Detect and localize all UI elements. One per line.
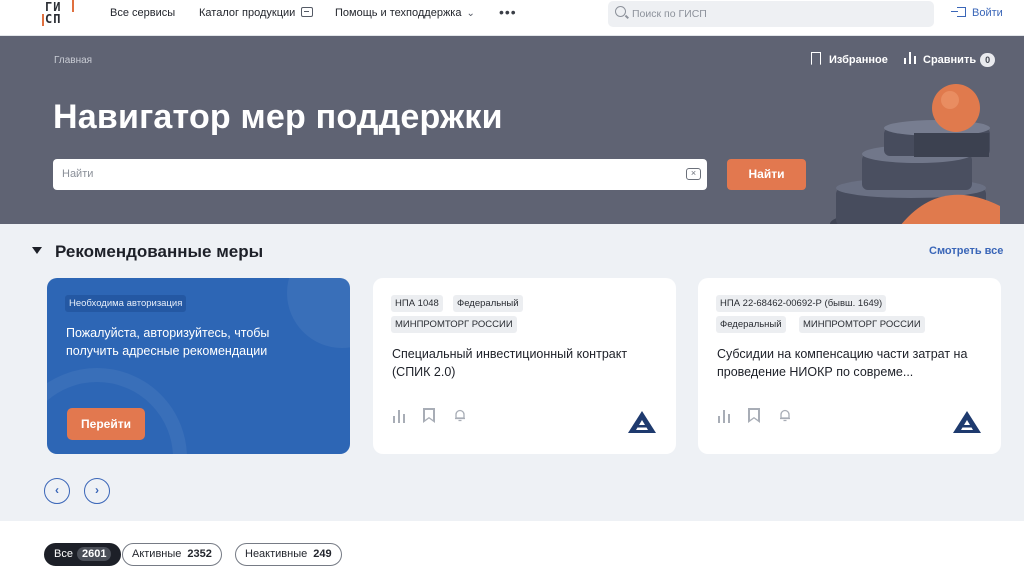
level-tag: Федеральный: [716, 316, 786, 333]
global-search-input[interactable]: Поиск по ГИСП: [608, 1, 934, 27]
level-tag: Федеральный: [453, 295, 523, 312]
nav-all-services[interactable]: Все сервисы: [110, 7, 175, 19]
nav-product-catalog[interactable]: Каталог продукции: [199, 7, 314, 19]
compare-link[interactable]: Сравнить 0: [903, 52, 996, 67]
go-button[interactable]: Перейти: [67, 408, 145, 440]
status-filter-bar: Все 2601 Активные 2352 Неактивные 249: [0, 521, 1024, 574]
top-navigation: ГИ СП Все сервисы Каталог продукции Помо…: [0, 0, 1024, 36]
stats-icon[interactable]: [717, 410, 731, 423]
auth-message: Пожалуйста, авторизуйтесь, чтобы получит…: [66, 326, 270, 358]
auth-card: Необходима авторизация Пожалуйста, автор…: [47, 278, 350, 454]
login-link[interactable]: Войти: [951, 7, 1003, 19]
ministry-tag: МИНПРОМТОРГ РОССИИ: [799, 316, 925, 333]
chevron-down-icon: ⌄: [466, 8, 475, 19]
login-icon: [951, 7, 966, 17]
ministry-tag: МИНПРОМТОРГ РОССИИ: [391, 316, 517, 333]
search-icon: [615, 6, 626, 17]
breadcrumb[interactable]: Главная: [54, 55, 92, 66]
bell-icon[interactable]: [453, 408, 467, 422]
measure-title[interactable]: Субсидии на компенсацию части затрат на …: [717, 345, 987, 381]
stats-icon[interactable]: [392, 410, 406, 423]
page-title: Навигатор мер поддержки: [53, 98, 503, 136]
filter-inactive[interactable]: Неактивные 249: [235, 543, 342, 566]
bookmark-icon[interactable]: [423, 408, 435, 423]
favorites-link[interactable]: Избранное: [811, 52, 888, 66]
filter-all[interactable]: Все 2601: [44, 543, 122, 566]
filter-active[interactable]: Активные 2352: [122, 543, 222, 566]
see-all-link[interactable]: Смотреть все: [929, 245, 1003, 257]
bookmark-icon: [811, 52, 821, 65]
bookmark-icon[interactable]: [748, 408, 760, 423]
collapse-triangle-icon: [32, 247, 42, 254]
carousel-prev-button[interactable]: ‹: [44, 478, 70, 504]
bell-icon[interactable]: [778, 408, 792, 422]
search-button[interactable]: Найти: [727, 159, 806, 190]
measure-title[interactable]: Специальный инвестиционный контракт (СПИ…: [392, 345, 662, 381]
measures-search-input[interactable]: Найти ×: [53, 159, 707, 190]
more-menu-button[interactable]: •••: [499, 4, 517, 20]
npa-tag: НПА 1048: [391, 295, 443, 312]
measure-card[interactable]: НПА 1048 Федеральный МИНПРОМТОРГ РОССИИ …: [373, 278, 676, 454]
compare-icon: [903, 52, 917, 64]
catalog-icon: [301, 7, 314, 17]
clear-icon[interactable]: ×: [686, 168, 701, 180]
gisp-logo[interactable]: ГИ СП: [42, 0, 74, 28]
compare-count-badge: 0: [980, 53, 996, 67]
measure-card[interactable]: НПА 22-68462-00692-Р (бывш. 1649) Федера…: [698, 278, 1001, 454]
hero-decoration-illustration: [830, 84, 1000, 224]
nav-help-support[interactable]: Помощь и техподдержка ⌄: [335, 7, 475, 19]
carousel-next-button[interactable]: ›: [84, 478, 110, 504]
npa-tag: НПА 22-68462-00692-Р (бывш. 1649): [716, 295, 887, 312]
recommended-section-toggle[interactable]: Рекомендованные меры: [32, 242, 263, 262]
ministry-logo-icon: [953, 411, 981, 433]
hero-banner: Главная Избранное Сравнить 0 Навигатор ме…: [0, 36, 1024, 224]
ministry-logo-icon: [628, 411, 656, 433]
auth-required-tag: Необходима авторизация: [65, 295, 187, 312]
